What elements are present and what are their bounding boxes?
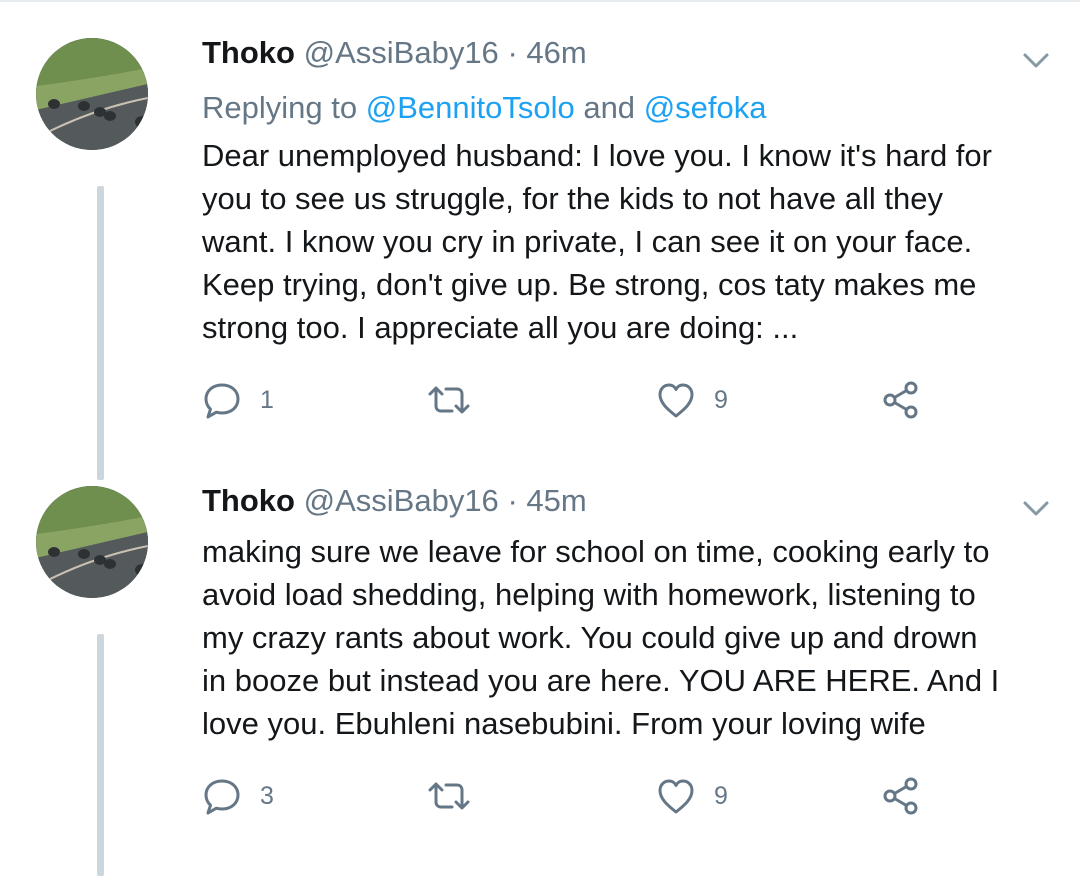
tweet-actions: 1 9 bbox=[200, 378, 940, 422]
replying-to-label: Replying to bbox=[202, 90, 358, 125]
replying-to: Replying to @BennitoTsolo and @sefoka bbox=[202, 88, 767, 128]
tweet-text: making sure we leave for school on time,… bbox=[202, 534, 1000, 741]
tweet-actions: 3 9 bbox=[200, 774, 940, 818]
mention-link[interactable]: @BennitoTsolo bbox=[366, 90, 575, 125]
avatar[interactable] bbox=[36, 38, 148, 150]
chevron-down-icon[interactable] bbox=[1016, 44, 1056, 76]
author-name[interactable]: Thoko bbox=[202, 483, 295, 518]
like-button[interactable]: 9 bbox=[654, 774, 728, 818]
share-button[interactable] bbox=[880, 774, 924, 818]
thread-line bbox=[97, 634, 104, 876]
heart-icon bbox=[654, 378, 698, 422]
reply-button[interactable]: 1 bbox=[200, 378, 274, 422]
timestamp[interactable]: 46m bbox=[526, 35, 586, 70]
separator: · bbox=[507, 483, 518, 518]
timestamp[interactable]: 45m bbox=[526, 483, 586, 518]
retweet-button[interactable] bbox=[424, 774, 474, 818]
like-count: 9 bbox=[714, 781, 728, 810]
top-divider bbox=[0, 0, 1080, 2]
author-handle[interactable]: @AssiBaby16 bbox=[304, 35, 499, 70]
share-icon bbox=[880, 774, 924, 818]
reply-icon bbox=[200, 774, 244, 818]
mention-link[interactable]: @sefoka bbox=[644, 90, 767, 125]
tweet-header: Thoko @AssiBaby16 · 46m bbox=[202, 34, 587, 72]
heart-icon bbox=[654, 774, 698, 818]
reply-icon bbox=[200, 378, 244, 422]
reply-button[interactable]: 3 bbox=[200, 774, 274, 818]
author-handle[interactable]: @AssiBaby16 bbox=[304, 483, 499, 518]
thread-line bbox=[97, 186, 104, 480]
like-count: 9 bbox=[714, 385, 728, 414]
tweet-text: Dear unemployed husband: I love you. I k… bbox=[202, 138, 992, 345]
share-button[interactable] bbox=[880, 378, 924, 422]
chevron-down-icon[interactable] bbox=[1016, 492, 1056, 524]
reply-count: 3 bbox=[260, 781, 274, 810]
like-button[interactable]: 9 bbox=[654, 378, 728, 422]
reply-count: 1 bbox=[260, 385, 274, 414]
author-name[interactable]: Thoko bbox=[202, 35, 295, 70]
separator: · bbox=[507, 35, 518, 70]
retweet-button[interactable] bbox=[424, 378, 474, 422]
tweet-header: Thoko @AssiBaby16 · 45m bbox=[202, 482, 587, 520]
avatar[interactable] bbox=[36, 486, 148, 598]
share-icon bbox=[880, 378, 924, 422]
retweet-icon bbox=[424, 774, 474, 818]
replying-to-conjunction: and bbox=[583, 90, 636, 125]
retweet-icon bbox=[424, 378, 474, 422]
